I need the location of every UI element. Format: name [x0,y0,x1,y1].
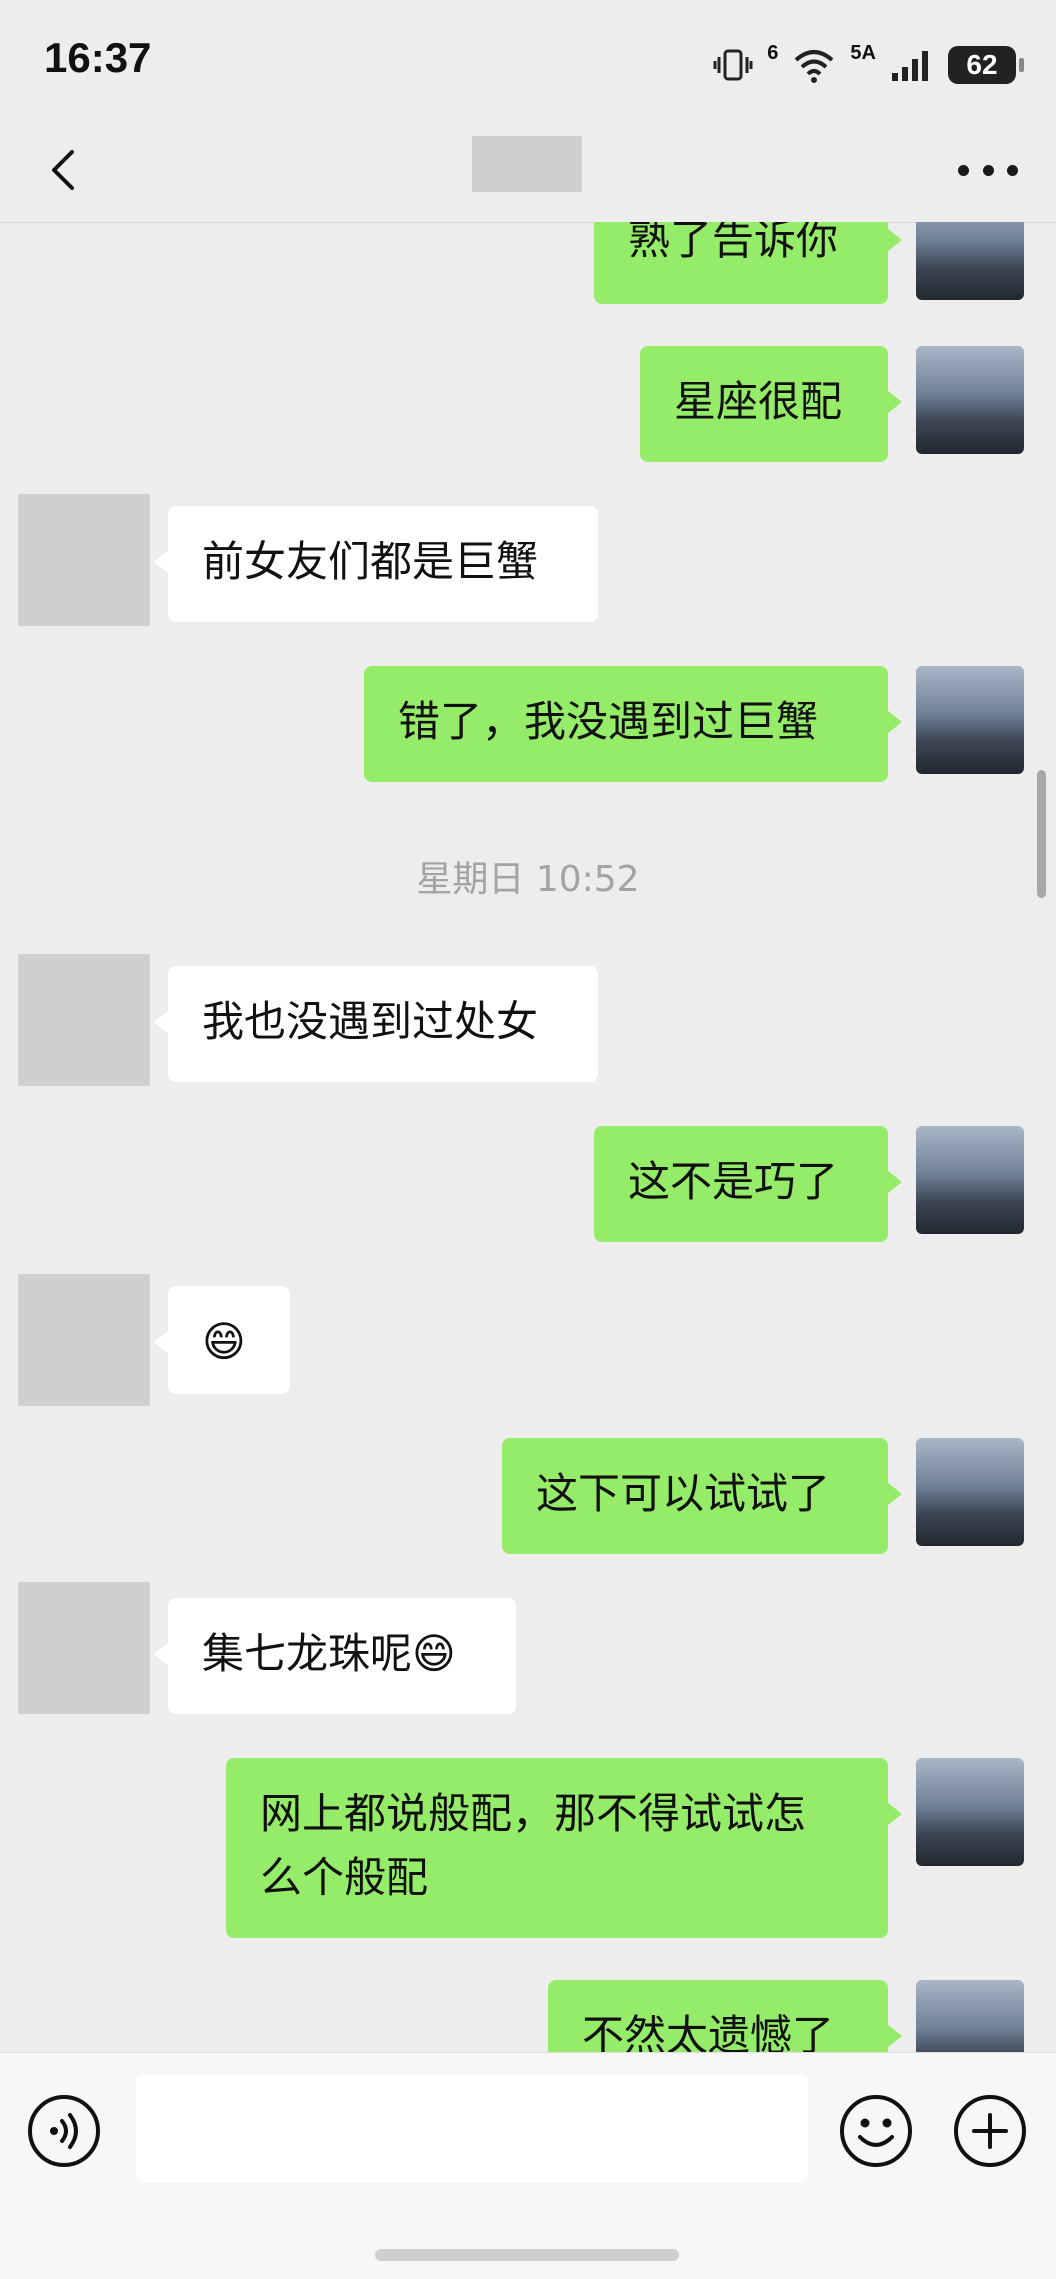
message-text: 这下可以试试了 [536,1469,831,1518]
wifi-label: 6 [767,41,779,64]
voice-icon [28,2095,100,2167]
scrollbar[interactable] [1037,770,1046,898]
home-indicator[interactable] [375,2249,679,2261]
message-bubble-sent[interactable]: 网上都说般配，那不得试试怎 么个般配 [226,1758,902,1938]
message-timestamp: 星期日 10:52 [416,859,640,900]
message-bubble-sent[interactable]: 不然太遗憾了 [548,1980,902,2052]
voice-button[interactable] [26,2093,102,2169]
more-dot [982,164,994,176]
my-avatar[interactable] [916,222,1024,300]
more-button[interactable] [958,158,1018,182]
message-text: 前女友们都是巨蟹 [202,537,539,586]
input-bar [0,2052,1056,2279]
contact-avatar[interactable] [18,1582,150,1714]
my-avatar[interactable] [916,1758,1024,1866]
my-avatar[interactable] [916,1438,1024,1546]
message-text: 这不是巧了 [628,1157,839,1206]
message-text: 集七龙珠呢😄 [202,1629,456,1678]
my-avatar[interactable] [916,1980,1024,2052]
message-bubble-received[interactable]: 集七龙珠呢😄 [154,1598,516,1714]
contact-name-redacted [472,136,582,192]
contact-avatar[interactable] [18,494,150,626]
status-bar: 16:37 6 5A 62 [0,0,1056,120]
battery-indicator: 62 [948,46,1024,84]
message-bubble-sent[interactable]: 这下可以试试了 [502,1438,902,1554]
message-text: 错了，我没遇到过巨蟹 [398,697,819,746]
message-bubble-received[interactable]: 😄 [154,1286,290,1394]
my-avatar[interactable] [916,1126,1024,1234]
contact-avatar[interactable] [18,954,150,1086]
message-bubble-sent[interactable]: 星座很配 [640,346,902,462]
message-text: 星座很配 [674,377,843,426]
vibrate-icon [713,49,753,81]
message-text-line: 网上都说般配，那不得试试怎 [260,1789,807,1838]
status-icons: 6 5A 62 [713,40,1024,90]
chat-header [0,120,1056,223]
message-text: 不然太遗憾了 [582,2011,835,2052]
emoji-button[interactable] [838,2093,914,2169]
message-text-line: 么个般配 [260,1853,429,1902]
message-bubble-received[interactable]: 我也没遇到过处女 [154,966,598,1082]
more-dot [958,164,969,176]
message-text: 熟了告诉你 [628,222,839,264]
emoji-icon [840,2095,912,2167]
contact-avatar[interactable] [18,1274,150,1406]
message-bubble-received[interactable]: 前女友们都是巨蟹 [154,506,598,622]
message-list[interactable]: 熟了告诉你 星座很配 前女友们都是巨蟹 错了，我没遇到过巨蟹 星期日 10:52… [0,222,1056,2052]
message-text: 我也没遇到过处女 [202,997,539,1046]
my-avatar[interactable] [916,666,1024,774]
my-avatar[interactable] [916,346,1024,454]
signal-icon [892,51,928,81]
more-dot [1007,164,1018,176]
network-label: 5A [850,41,876,64]
message-bubble-sent[interactable]: 熟了告诉你 [594,222,902,304]
wifi-icon [795,50,834,83]
chevron-left-icon [52,150,74,190]
plus-icon [954,2095,1026,2167]
message-input[interactable] [136,2075,808,2183]
back-button[interactable] [38,140,98,200]
message-text: 😄 [202,1317,246,1366]
message-bubble-sent[interactable]: 这不是巧了 [594,1126,902,1242]
status-time: 16:37 [44,34,152,81]
message-bubble-sent[interactable]: 错了，我没遇到过巨蟹 [364,666,902,782]
more-functions-button[interactable] [952,2093,1028,2169]
